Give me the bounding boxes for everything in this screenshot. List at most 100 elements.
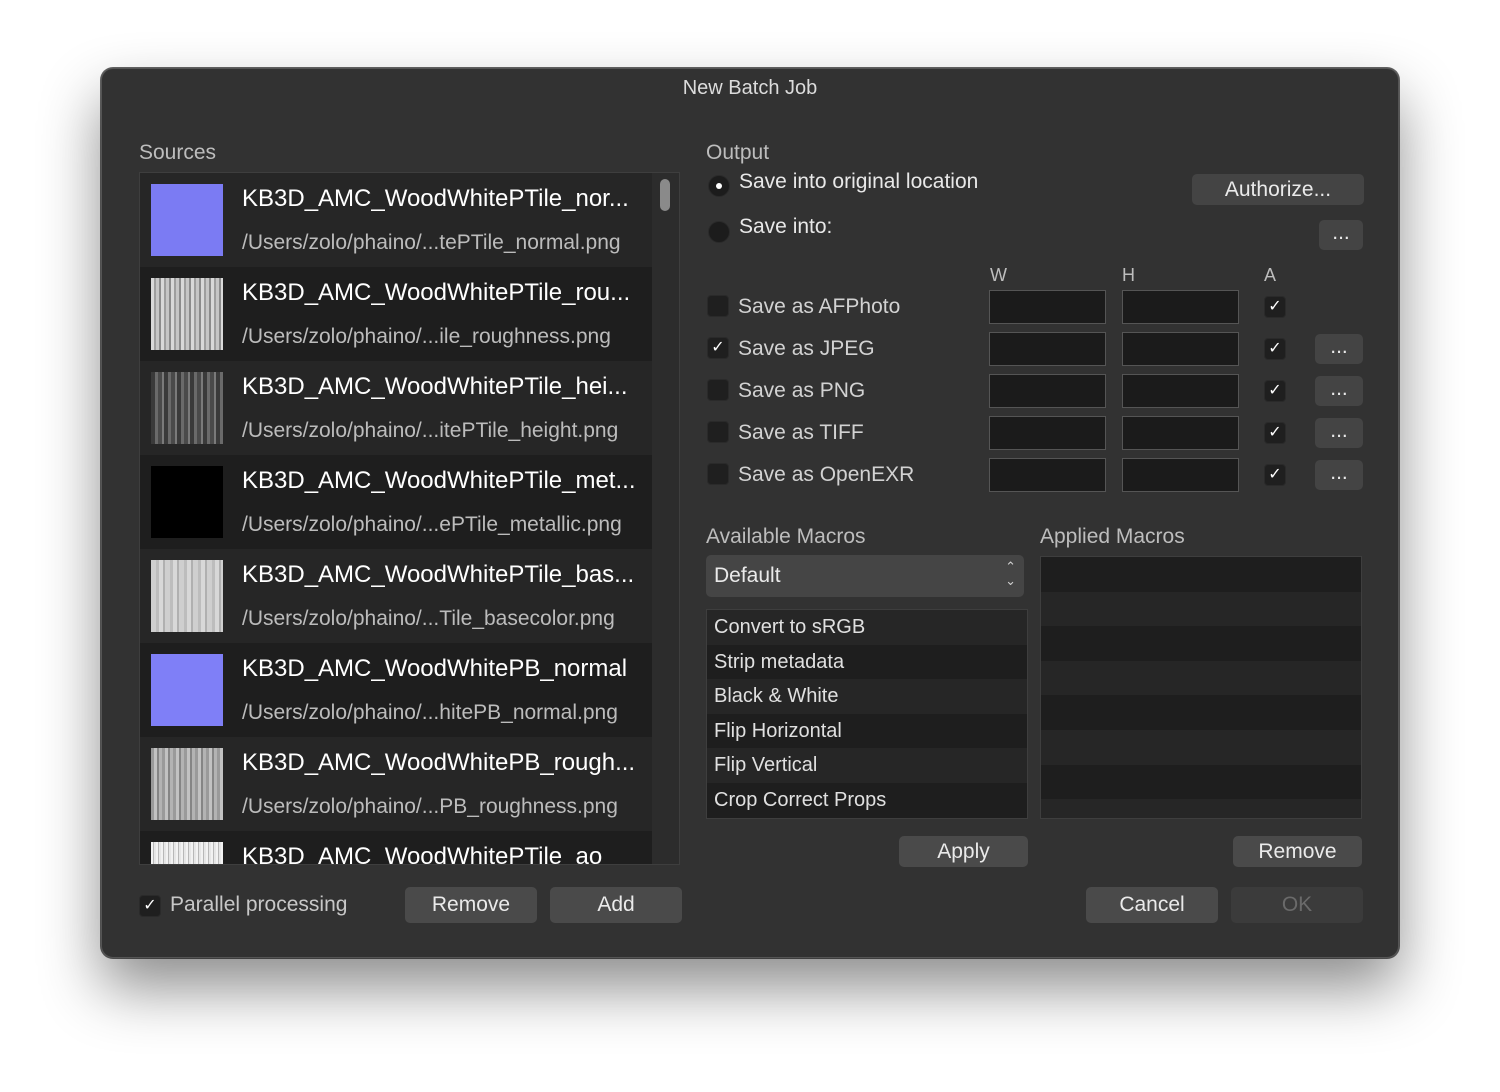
basecolor-map-thumbnail bbox=[151, 560, 223, 632]
source-path: /Users/zolo/phaino/...PB_roughness.png bbox=[242, 795, 618, 818]
save-afphoto-label: Save as AFPhoto bbox=[738, 295, 901, 318]
sources-list[interactable]: KB3D_AMC_WoodWhitePTile_nor... /Users/zo… bbox=[139, 172, 680, 865]
macro-category-value: Default bbox=[714, 564, 781, 587]
source-item[interactable]: KB3D_AMC_WoodWhitePB_normal /Users/zolo/… bbox=[140, 643, 652, 737]
openexr-height-field[interactable] bbox=[1122, 458, 1239, 492]
afphoto-height-field[interactable] bbox=[1122, 290, 1239, 324]
roughness-map-thumbnail bbox=[151, 748, 223, 820]
parallel-processing-label: Parallel processing bbox=[170, 893, 348, 916]
scroll-thumb[interactable] bbox=[660, 179, 670, 211]
source-path: /Users/zolo/phaino/...ePTile_metallic.pn… bbox=[242, 513, 622, 536]
applied-macro-row bbox=[1041, 799, 1361, 818]
source-item[interactable]: KB3D_AMC_WoodWhitePB_rough... /Users/zol… bbox=[140, 737, 652, 831]
parallel-processing-checkbox[interactable]: ✓ bbox=[139, 895, 161, 917]
alpha-column-header: A bbox=[1264, 265, 1277, 285]
source-item[interactable]: KB3D_AMC_WoodWhitePTile_nor... /Users/zo… bbox=[140, 173, 652, 267]
macro-item[interactable]: Crop Correct Props bbox=[707, 783, 1027, 818]
source-path: /Users/zolo/phaino/...hitePB_normal.png bbox=[242, 701, 618, 724]
save-openexr-label: Save as OpenEXR bbox=[738, 463, 915, 486]
source-item[interactable]: KB3D_AMC_WoodWhitePTile_rou... /Users/zo… bbox=[140, 267, 652, 361]
macro-item[interactable]: Flip Horizontal bbox=[707, 714, 1027, 749]
cancel-button[interactable]: Cancel bbox=[1086, 887, 1218, 923]
openexr-alpha-checkbox[interactable]: ✓ bbox=[1264, 464, 1286, 486]
applied-macro-row bbox=[1041, 695, 1361, 730]
save-png-label: Save as PNG bbox=[738, 379, 866, 402]
openexr-options-button[interactable]: ... bbox=[1315, 460, 1363, 490]
authorize-button[interactable]: Authorize... bbox=[1192, 174, 1364, 205]
source-item[interactable]: KB3D_AMC_WoodWhitePTile_hei... /Users/zo… bbox=[140, 361, 652, 455]
save-jpeg-label: Save as JPEG bbox=[738, 337, 875, 360]
tiff-options-button[interactable]: ... bbox=[1315, 418, 1363, 448]
source-name: KB3D_AMC_WoodWhitePTile_rou... bbox=[242, 279, 631, 306]
apply-macro-button[interactable]: Apply bbox=[899, 836, 1028, 867]
add-source-button[interactable]: Add bbox=[550, 887, 682, 923]
applied-macro-row bbox=[1041, 729, 1361, 765]
remove-source-button[interactable]: Remove bbox=[405, 887, 537, 923]
save-afphoto-checkbox[interactable] bbox=[707, 295, 729, 317]
source-item[interactable]: KB3D_AMC_WoodWhitePTile_ao bbox=[140, 831, 652, 865]
source-item[interactable]: KB3D_AMC_WoodWhitePTile_met... /Users/zo… bbox=[140, 455, 652, 549]
save-into-label: Save into: bbox=[739, 215, 833, 238]
output-label: Output bbox=[706, 141, 770, 164]
png-alpha-checkbox[interactable]: ✓ bbox=[1264, 380, 1286, 402]
source-item[interactable]: KB3D_AMC_WoodWhitePTile_bas... /Users/zo… bbox=[140, 549, 652, 643]
save-tiff-label: Save as TIFF bbox=[738, 421, 864, 444]
save-tiff-checkbox[interactable] bbox=[707, 421, 729, 443]
source-name: KB3D_AMC_WoodWhitePB_rough... bbox=[242, 749, 636, 776]
source-path: /Users/zolo/phaino/...tePTile_normal.png bbox=[242, 231, 621, 254]
jpeg-width-field[interactable] bbox=[989, 332, 1106, 366]
batch-job-dialog: New Batch Job Sources KB3D_AMC_WoodWhite… bbox=[101, 68, 1399, 958]
source-name: KB3D_AMC_WoodWhitePTile_nor... bbox=[242, 185, 629, 212]
tiff-width-field[interactable] bbox=[989, 416, 1106, 450]
ok-button[interactable]: OK bbox=[1231, 887, 1363, 923]
macro-item[interactable]: Strip metadata bbox=[707, 645, 1027, 680]
metallic-map-thumbnail bbox=[151, 466, 223, 538]
roughness-map-thumbnail bbox=[151, 278, 223, 350]
applied-macros-label: Applied Macros bbox=[1040, 525, 1185, 548]
normal-map-thumbnail bbox=[151, 184, 223, 256]
tiff-height-field[interactable] bbox=[1122, 416, 1239, 450]
height-column-header: H bbox=[1122, 265, 1135, 285]
available-macros-list[interactable]: Convert to sRGB Strip metadata Black & W… bbox=[706, 609, 1028, 819]
save-into-radio[interactable] bbox=[708, 221, 730, 243]
source-path: /Users/zolo/phaino/...ile_roughness.png bbox=[242, 325, 611, 348]
macro-item[interactable]: Black & White bbox=[707, 679, 1027, 714]
source-name: KB3D_AMC_WoodWhitePTile_hei... bbox=[242, 373, 628, 400]
up-down-chevron-icon: ⌃ ⌄ bbox=[1005, 559, 1016, 588]
save-openexr-checkbox[interactable] bbox=[707, 463, 729, 485]
macro-category-select[interactable]: Default ⌃ ⌄ bbox=[706, 555, 1024, 597]
save-original-label: Save into original location bbox=[739, 170, 979, 193]
source-name: KB3D_AMC_WoodWhitePTile_met... bbox=[242, 467, 636, 494]
jpeg-height-field[interactable] bbox=[1122, 332, 1239, 366]
source-name: KB3D_AMC_WoodWhitePB_normal bbox=[242, 655, 628, 682]
remove-macro-button[interactable]: Remove bbox=[1233, 836, 1362, 867]
applied-macro-row bbox=[1041, 765, 1361, 800]
height-map-thumbnail bbox=[151, 372, 223, 444]
afphoto-width-field[interactable] bbox=[989, 290, 1106, 324]
available-macros-label: Available Macros bbox=[706, 525, 866, 548]
ao-map-thumbnail bbox=[151, 842, 223, 864]
jpeg-options-button[interactable]: ... bbox=[1315, 334, 1363, 364]
width-column-header: W bbox=[990, 265, 1007, 285]
afphoto-alpha-checkbox[interactable]: ✓ bbox=[1264, 296, 1286, 318]
macro-item[interactable]: Convert to sRGB bbox=[707, 610, 1027, 645]
sources-scrollbar[interactable] bbox=[652, 173, 679, 864]
choose-folder-button[interactable]: ... bbox=[1319, 220, 1363, 250]
openexr-width-field[interactable] bbox=[989, 458, 1106, 492]
applied-macros-list[interactable] bbox=[1040, 556, 1362, 819]
macro-item[interactable]: Flip Vertical bbox=[707, 748, 1027, 783]
save-jpeg-checkbox[interactable]: ✓ bbox=[707, 337, 729, 359]
png-options-button[interactable]: ... bbox=[1315, 376, 1363, 406]
save-png-checkbox[interactable] bbox=[707, 379, 729, 401]
source-path: /Users/zolo/phaino/...Tile_basecolor.png bbox=[242, 607, 615, 630]
png-width-field[interactable] bbox=[989, 374, 1106, 408]
tiff-alpha-checkbox[interactable]: ✓ bbox=[1264, 422, 1286, 444]
save-original-radio[interactable] bbox=[708, 175, 730, 197]
applied-macro-row bbox=[1041, 626, 1361, 661]
normal-map-thumbnail bbox=[151, 654, 223, 726]
source-name: KB3D_AMC_WoodWhitePTile_ao bbox=[242, 843, 603, 865]
sources-label: Sources bbox=[139, 141, 217, 164]
png-height-field[interactable] bbox=[1122, 374, 1239, 408]
jpeg-alpha-checkbox[interactable]: ✓ bbox=[1264, 338, 1286, 360]
source-name: KB3D_AMC_WoodWhitePTile_bas... bbox=[242, 561, 635, 588]
